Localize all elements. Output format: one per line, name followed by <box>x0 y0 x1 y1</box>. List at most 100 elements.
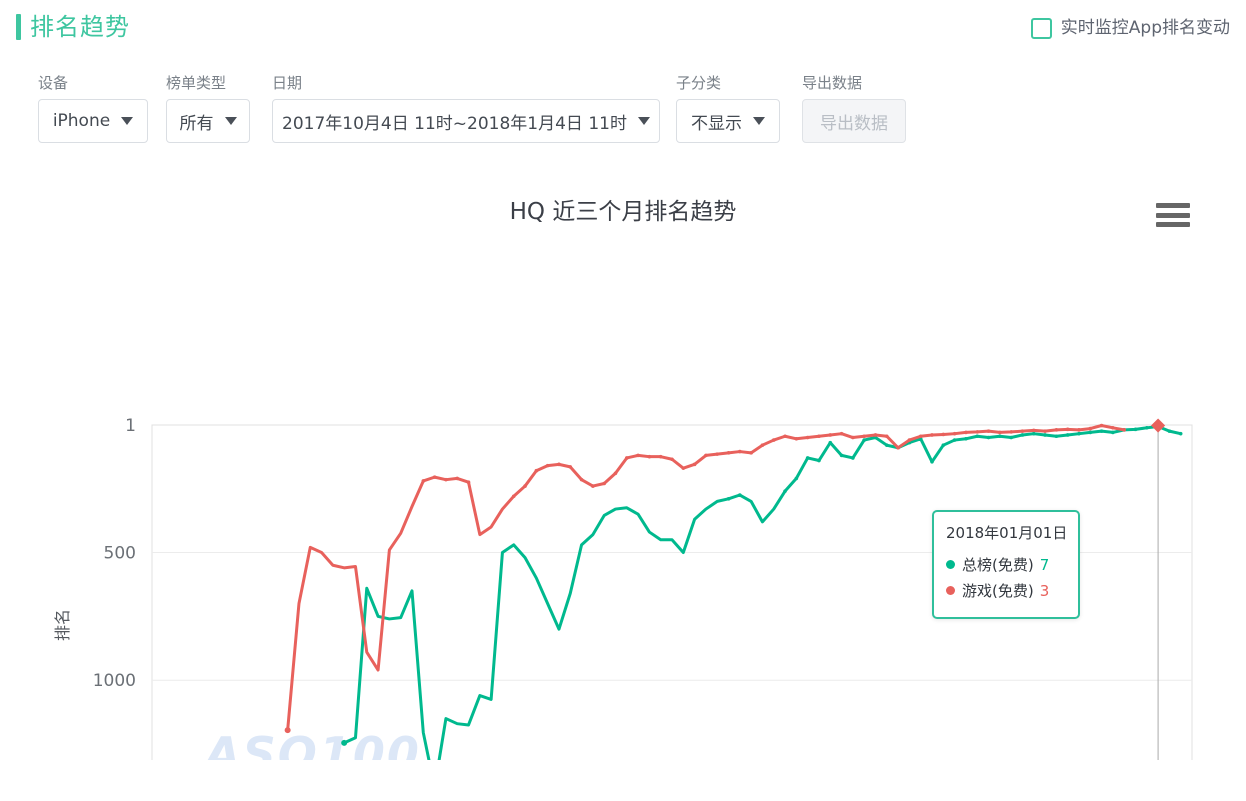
series-point <box>1054 428 1059 432</box>
date-range-select-value: 2017年10月4日 11时~2018年1月4日 11时 <box>282 113 627 134</box>
series-point <box>828 433 833 437</box>
series-point <box>771 438 776 442</box>
series-point <box>523 484 527 488</box>
device-select[interactable]: iPhone <box>38 99 148 143</box>
series-point <box>749 451 753 455</box>
series-point <box>998 434 1002 439</box>
series-point <box>1065 427 1070 432</box>
tooltip-date: 2018年01月01日 <box>946 524 1068 542</box>
chevron-down-icon <box>121 117 134 125</box>
tooltip-row-games: 游戏(免费) 3 <box>946 580 1066 601</box>
series-point <box>636 453 640 458</box>
series-point <box>670 457 674 462</box>
series-point <box>579 477 584 482</box>
series-point <box>1043 429 1047 433</box>
series-point <box>1099 423 1104 428</box>
date-range-select[interactable]: 2017年10月4日 11时~2018年1月4日 11时 <box>272 99 660 143</box>
filter-date-range-label: 日期 <box>272 74 303 92</box>
filter-date-range: 日期 2017年10月4日 11时~2018年1月4日 11时 <box>272 72 660 143</box>
chart-plot-area: 150010001500 10月16日10月30日11月13日11月27日12月… <box>0 170 1246 760</box>
series-point <box>1178 431 1183 436</box>
y-axis-tick-label: 500 <box>104 543 136 563</box>
tooltip-series-name: 游戏(免费) <box>962 582 1034 600</box>
series-point <box>1111 426 1115 430</box>
y-axis-tick-label: 1000 <box>93 671 136 691</box>
watermark: ASO100 <box>202 727 421 760</box>
series-point <box>794 476 799 481</box>
series-point <box>421 479 426 483</box>
series-point <box>975 430 980 434</box>
series-point <box>738 493 742 497</box>
series-point <box>1077 431 1081 436</box>
series-start-point <box>284 727 291 734</box>
series-point <box>839 431 844 436</box>
realtime-monitor-checkbox[interactable] <box>1030 18 1052 39</box>
series-point <box>545 463 550 468</box>
y-axis-tick-label: 1 <box>125 416 136 436</box>
page-header: 排名趋势 实时监控App排名变动 <box>0 0 1246 62</box>
series-point <box>715 452 720 456</box>
series-point <box>466 480 471 485</box>
tooltip-series-value: 7 <box>1039 555 1050 574</box>
series-point <box>1031 428 1036 433</box>
series-point <box>511 494 516 499</box>
series-point <box>726 451 731 455</box>
filter-device-label: 设备 <box>38 74 69 92</box>
y-axis-tick-labels: 150010001500 <box>93 416 136 691</box>
chevron-down-icon <box>224 117 237 125</box>
chevron-down-icon <box>637 117 650 125</box>
series-point <box>1099 429 1104 433</box>
series-point <box>998 430 1002 435</box>
filter-subcategory-label: 子分类 <box>676 74 722 92</box>
series-point <box>817 434 821 439</box>
filter-export-label: 导出数据 <box>802 74 863 92</box>
series-point <box>647 454 652 459</box>
series-point <box>805 456 810 460</box>
series-point <box>1031 431 1036 436</box>
chart-card: HQ 近三个月排名趋势 150010001500 10月16日10月30日11月… <box>0 170 1246 760</box>
series-point <box>964 436 968 441</box>
series-point <box>1077 428 1081 432</box>
series-point <box>1020 429 1025 433</box>
series-point <box>1133 427 1138 432</box>
list-type-select-value: 所有 <box>179 113 214 134</box>
series-point <box>1122 428 1126 432</box>
export-data-button[interactable]: 导出数据 <box>802 99 906 143</box>
series-point <box>613 471 618 476</box>
series-point <box>964 430 968 435</box>
series-point <box>952 431 957 436</box>
series-point <box>1009 435 1013 440</box>
series-point <box>839 453 844 458</box>
series-point <box>1088 426 1093 431</box>
series-point <box>760 443 765 447</box>
realtime-monitor-label: 实时监控App排名变动 <box>1060 18 1230 38</box>
series-point <box>941 443 946 447</box>
series-point <box>805 435 810 440</box>
series-point <box>658 454 663 459</box>
filter-device: 设备 iPhone <box>38 72 148 143</box>
tooltip-series-name: 总榜(免费) <box>962 556 1034 574</box>
tooltip-row-total: 总榜(免费) 7 <box>946 554 1066 575</box>
filter-bar: 设备 iPhone 榜单类型 所有 日期 2017年10月4日 11时~2018… <box>0 72 1246 162</box>
series-point <box>1009 430 1013 434</box>
series-point <box>432 475 437 479</box>
subcategory-select[interactable]: 不显示 <box>676 99 780 143</box>
series-point <box>862 438 866 442</box>
y-axis-title: 排名 <box>53 609 72 641</box>
realtime-monitor-toggle[interactable]: 实时监控App排名变动 <box>1030 18 1230 39</box>
filter-list-type: 榜单类型 所有 <box>166 72 250 143</box>
title-accent-bar <box>16 14 21 40</box>
series-point <box>455 476 460 481</box>
series-point <box>591 484 595 488</box>
series-point <box>851 435 855 440</box>
series-point <box>918 434 923 439</box>
series-point <box>692 462 697 467</box>
series-point <box>557 462 561 467</box>
list-type-select[interactable]: 所有 <box>166 99 250 143</box>
filter-export: 导出数据 导出数据 <box>802 72 906 143</box>
series-point <box>817 458 821 463</box>
highlighted-data-point <box>1151 418 1166 433</box>
series-point <box>624 456 629 460</box>
series-point <box>602 481 606 486</box>
ranking-trend-page: 排名趋势 实时监控App排名变动 设备 iPhone 榜单类型 所有 日期 20… <box>0 0 1246 801</box>
